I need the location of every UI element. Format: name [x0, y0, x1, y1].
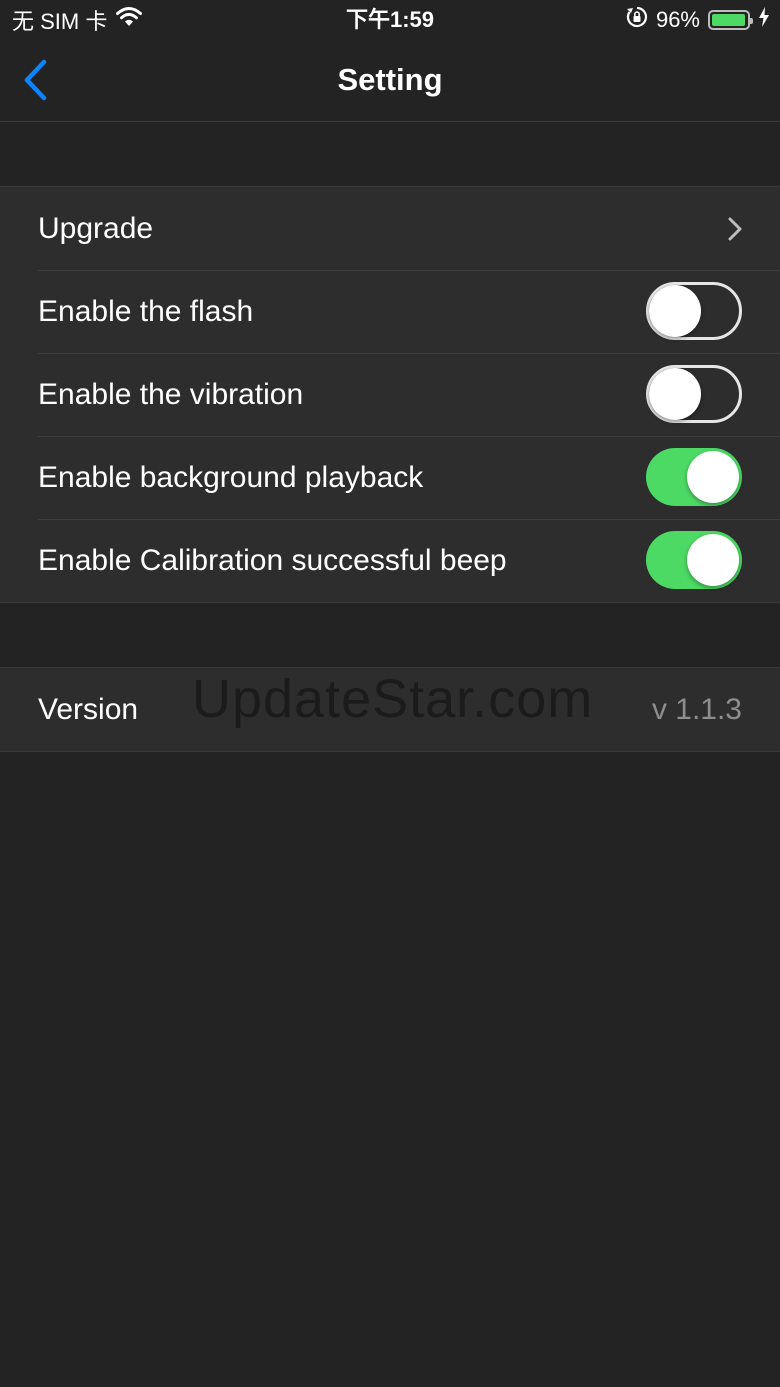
background-playback-switch[interactable] — [646, 448, 742, 506]
switch-knob — [649, 368, 701, 420]
calibration-beep-label: Enable Calibration successful beep — [38, 544, 507, 577]
background-playback-row: Enable background playback — [0, 436, 780, 519]
switch-knob — [687, 451, 739, 503]
chevron-right-icon — [728, 217, 742, 241]
page-title: Setting — [337, 62, 443, 97]
version-row: Version v 1.1.3 — [0, 668, 780, 751]
upgrade-label: Upgrade — [38, 212, 154, 245]
vibration-label: Enable the vibration — [38, 378, 304, 411]
settings-group: Upgrade Enable the flash Enable the vibr… — [0, 186, 780, 603]
vibration-row: Enable the vibration — [0, 353, 780, 436]
status-bar: 无 SIM 卡 下午1:59 96% — [0, 0, 780, 40]
status-bar-right: 96% — [626, 6, 770, 34]
upgrade-row[interactable]: Upgrade — [0, 187, 780, 270]
calibration-beep-row: Enable Calibration successful beep — [0, 519, 780, 602]
switch-knob — [687, 534, 739, 586]
vibration-switch[interactable] — [646, 365, 742, 423]
navigation-bar: Setting — [0, 40, 780, 122]
flash-switch[interactable] — [646, 282, 742, 340]
flash-label: Enable the flash — [38, 295, 254, 328]
charging-bolt-icon — [758, 6, 770, 34]
about-group: Version v 1.1.3 — [0, 667, 780, 752]
background-playback-label: Enable background playback — [38, 461, 424, 494]
battery-fill — [712, 14, 745, 26]
battery-icon — [708, 10, 753, 30]
switch-knob — [649, 285, 701, 337]
version-label: Version — [38, 693, 139, 726]
version-value: v 1.1.3 — [651, 693, 742, 726]
calibration-beep-switch[interactable] — [646, 531, 742, 589]
flash-row: Enable the flash — [0, 270, 780, 353]
battery-percent: 96% — [655, 7, 700, 32]
orientation-lock-icon — [626, 6, 648, 34]
